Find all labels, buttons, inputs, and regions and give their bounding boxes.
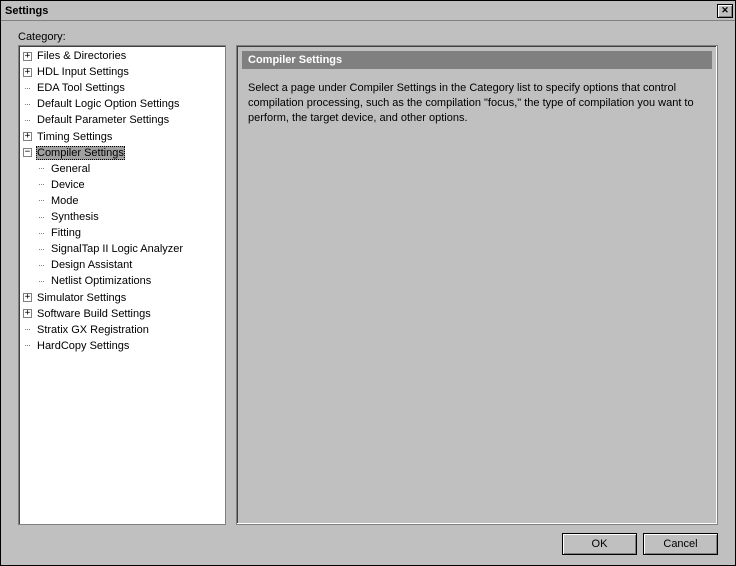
expand-icon[interactable]: + [23, 309, 32, 318]
cancel-button[interactable]: Cancel [643, 533, 718, 555]
tree-label[interactable]: Compiler Settings [36, 146, 125, 160]
tree-label[interactable]: EDA Tool Settings [36, 82, 126, 94]
settings-window: Settings ✕ Category: + Files & Directorie… [0, 0, 736, 566]
tree-item-files-and-directories[interactable]: + Files & Directories [23, 48, 225, 64]
tree-label[interactable]: Mode [50, 195, 80, 207]
category-label: Category: [18, 31, 718, 43]
expand-icon[interactable]: + [23, 68, 32, 77]
category-tree[interactable]: + Files & Directories + HDL Input Settings… [18, 45, 226, 525]
tree-item-hdl-input-settings[interactable]: + HDL Input Settings [23, 64, 225, 80]
tree-branch-icon [23, 116, 32, 125]
button-row: OK Cancel [18, 525, 718, 561]
tree-branch-icon [37, 196, 46, 205]
panel-title: Compiler Settings [242, 51, 712, 69]
tree-label[interactable]: Stratix GX Registration [36, 324, 150, 336]
tree-branch-icon [37, 164, 46, 173]
tree-item-eda-tool-settings[interactable]: EDA Tool Settings [23, 80, 225, 96]
tree-label[interactable]: Design Assistant [50, 259, 133, 271]
tree-label[interactable]: Device [50, 179, 86, 191]
tree-item-default-logic-option-settings[interactable]: Default Logic Option Settings [23, 96, 225, 112]
ok-button[interactable]: OK [562, 533, 637, 555]
tree-branch-icon [23, 100, 32, 109]
expand-icon[interactable]: + [23, 293, 32, 302]
tree-label[interactable]: HDL Input Settings [36, 66, 130, 78]
tree-label[interactable]: Default Parameter Settings [36, 114, 170, 126]
tree-item-synthesis[interactable]: Synthesis [37, 209, 225, 225]
expand-icon[interactable]: + [23, 52, 32, 61]
tree-item-netlist-optimizations[interactable]: Netlist Optimizations [37, 273, 225, 289]
window-title: Settings [5, 5, 717, 17]
tree-label[interactable]: Simulator Settings [36, 292, 127, 304]
tree-label[interactable]: General [50, 163, 91, 175]
tree-branch-icon [23, 341, 32, 350]
tree-branch-icon [23, 325, 32, 334]
tree-label[interactable]: Timing Settings [36, 131, 113, 143]
tree-item-signaltap[interactable]: SignalTap II Logic Analyzer [37, 241, 225, 257]
tree-branch-icon [37, 180, 46, 189]
tree-item-design-assistant[interactable]: Design Assistant [37, 257, 225, 273]
tree-item-hardcopy-settings[interactable]: HardCopy Settings [23, 338, 225, 354]
tree-label[interactable]: SignalTap II Logic Analyzer [50, 243, 184, 255]
details-panel: Compiler Settings Select a page under Co… [236, 45, 718, 525]
titlebar: Settings ✕ [1, 1, 735, 21]
tree-branch-icon [23, 84, 32, 93]
tree-label[interactable]: Software Build Settings [36, 308, 152, 320]
close-icon[interactable]: ✕ [717, 4, 733, 18]
tree-item-simulator-settings[interactable]: + Simulator Settings [23, 289, 225, 305]
tree-branch-icon [37, 229, 46, 238]
tree-label[interactable]: Fitting [50, 227, 82, 239]
content-row: + Files & Directories + HDL Input Settings… [18, 45, 718, 525]
tree-branch-icon [37, 261, 46, 270]
tree-item-device[interactable]: Device [37, 177, 225, 193]
tree-item-default-parameter-settings[interactable]: Default Parameter Settings [23, 112, 225, 128]
tree-branch-icon [37, 213, 46, 222]
panel-body-text: Select a page under Compiler Settings in… [242, 69, 712, 138]
tree-item-fitting[interactable]: Fitting [37, 225, 225, 241]
collapse-icon[interactable]: − [23, 148, 32, 157]
tree-item-general[interactable]: General [37, 161, 225, 177]
tree-item-stratix-gx-registration[interactable]: Stratix GX Registration [23, 322, 225, 338]
tree-label[interactable]: Files & Directories [36, 50, 127, 62]
expand-icon[interactable]: + [23, 132, 32, 141]
tree-label[interactable]: Default Logic Option Settings [36, 98, 180, 110]
tree-label[interactable]: HardCopy Settings [36, 340, 130, 352]
tree-item-mode[interactable]: Mode [37, 193, 225, 209]
tree-item-timing-settings[interactable]: + Timing Settings [23, 128, 225, 144]
dialog-body: Category: + Files & Directories + HDL Inpu… [1, 21, 735, 565]
tree-label[interactable]: Synthesis [50, 211, 100, 223]
tree-item-compiler-settings[interactable]: −Compiler Settings General Device Mode S… [23, 145, 225, 290]
tree-label[interactable]: Netlist Optimizations [50, 275, 152, 287]
tree-branch-icon [37, 245, 46, 254]
tree-item-software-build-settings[interactable]: + Software Build Settings [23, 306, 225, 322]
tree-branch-icon [37, 277, 46, 286]
